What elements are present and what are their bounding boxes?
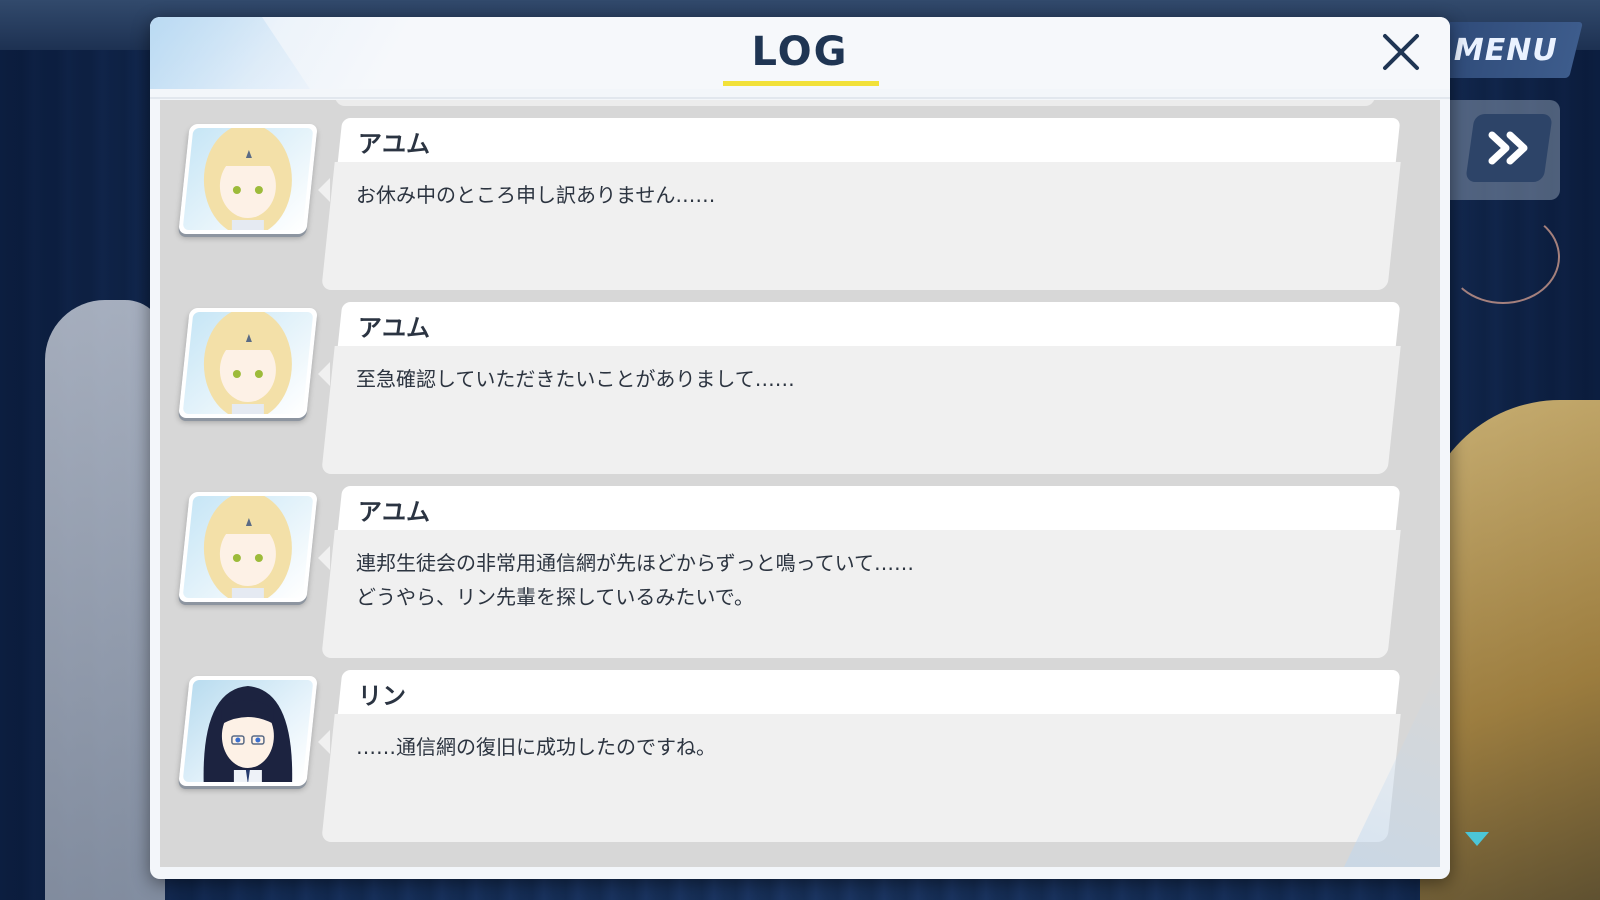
- rin-portrait: [203, 686, 293, 782]
- background-character-left: [45, 300, 165, 900]
- speaker-portrait: [178, 676, 318, 786]
- decorative-arc: [1446, 210, 1560, 304]
- log-entry: アユム 至急確認していただきたいことがありまして……: [160, 302, 1440, 480]
- speaker-name: アユム: [358, 130, 430, 158]
- speaker-name: アユム: [358, 498, 430, 526]
- menu-label: MENU: [1454, 32, 1558, 68]
- log-header: LOG: [150, 17, 1450, 89]
- speaker-name: リン: [358, 682, 406, 710]
- ayumu-portrait: [203, 128, 292, 230]
- dialogue-text: ……通信網の復旧に成功したのですね。: [356, 735, 716, 759]
- log-list[interactable]: アユム お休み中のところ申し訳ありません…… アユム 至急確認していただきたいこ…: [160, 100, 1440, 867]
- speaker-portrait: [178, 308, 318, 418]
- log-entry: アユム 連邦生徒会の非常用通信網が先ほどからずっと鳴っていて…… どうやら、リン…: [160, 486, 1440, 664]
- title-underline: [723, 81, 879, 86]
- skip-button[interactable]: [1465, 114, 1553, 182]
- fast-forward-icon: [1488, 131, 1528, 165]
- scroll-down-icon[interactable]: [1465, 832, 1489, 846]
- previous-entry-peek: [335, 100, 1375, 106]
- dialogue-bubble: アユム 至急確認していただきたいことがありまして……: [318, 302, 1401, 474]
- log-dialog: LOG アユム お休み中のところ申し訳ありません…… アユム 至急確認していただ…: [150, 17, 1450, 879]
- dialogue-text: お休み中のところ申し訳ありません……: [356, 183, 716, 207]
- log-entry: アユム お休み中のところ申し訳ありません……: [160, 118, 1440, 296]
- ayumu-portrait: [203, 312, 292, 414]
- dialogue-bubble: リン ……通信網の復旧に成功したのですね。: [318, 670, 1401, 842]
- speaker-portrait: [178, 124, 318, 234]
- dialogue-bubble: アユム お休み中のところ申し訳ありません……: [318, 118, 1401, 290]
- speaker-portrait: [178, 492, 318, 602]
- speaker-name: アユム: [358, 314, 430, 342]
- menu-button[interactable]: MENU: [1429, 22, 1583, 78]
- header-divider: [150, 97, 1450, 99]
- dialogue-text: 連邦生徒会の非常用通信網が先ほどからずっと鳴っていて…… どうやら、リン先輩を探…: [356, 551, 914, 609]
- dialogue-text: 至急確認していただきたいことがありまして……: [356, 367, 795, 391]
- close-button[interactable]: [1376, 27, 1426, 77]
- log-title: LOG: [751, 29, 849, 75]
- ayumu-portrait: [203, 496, 292, 598]
- close-icon: [1383, 34, 1419, 70]
- log-entry: リン ……通信網の復旧に成功したのですね。: [160, 670, 1440, 848]
- dialogue-bubble: アユム 連邦生徒会の非常用通信網が先ほどからずっと鳴っていて…… どうやら、リン…: [318, 486, 1401, 658]
